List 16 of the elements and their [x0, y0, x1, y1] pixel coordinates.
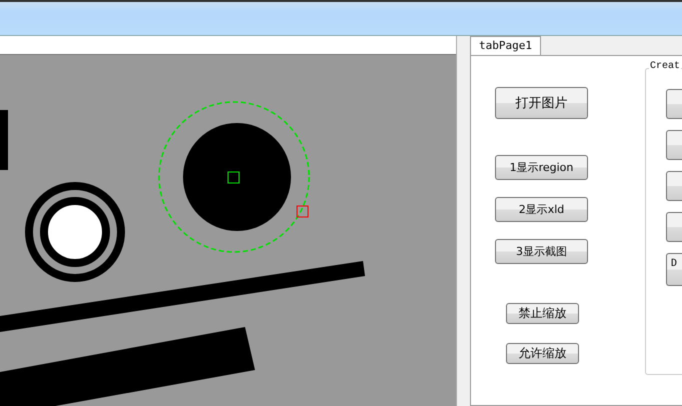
group-button[interactable]: [666, 171, 682, 201]
center-marker: [228, 172, 240, 184]
group-title: Creat: [649, 61, 682, 72]
action-button[interactable]: 3显示截图: [495, 239, 588, 264]
action-button[interactable]: 1显示region: [495, 155, 588, 180]
group-button[interactable]: [666, 130, 682, 160]
action-button[interactable]: 禁止缩放: [506, 303, 579, 324]
action-button[interactable]: 2显示xld: [495, 197, 588, 222]
tab[interactable]: tabPage1: [470, 36, 541, 55]
bar-shape: [0, 110, 8, 170]
action-button[interactable]: 允许缩放: [506, 343, 579, 364]
group-button[interactable]: [666, 212, 682, 242]
handle-marker: [296, 206, 308, 218]
group-button[interactable]: [666, 89, 682, 119]
action-button[interactable]: 打开图片: [495, 87, 588, 119]
group-button[interactable]: D: [666, 253, 682, 286]
